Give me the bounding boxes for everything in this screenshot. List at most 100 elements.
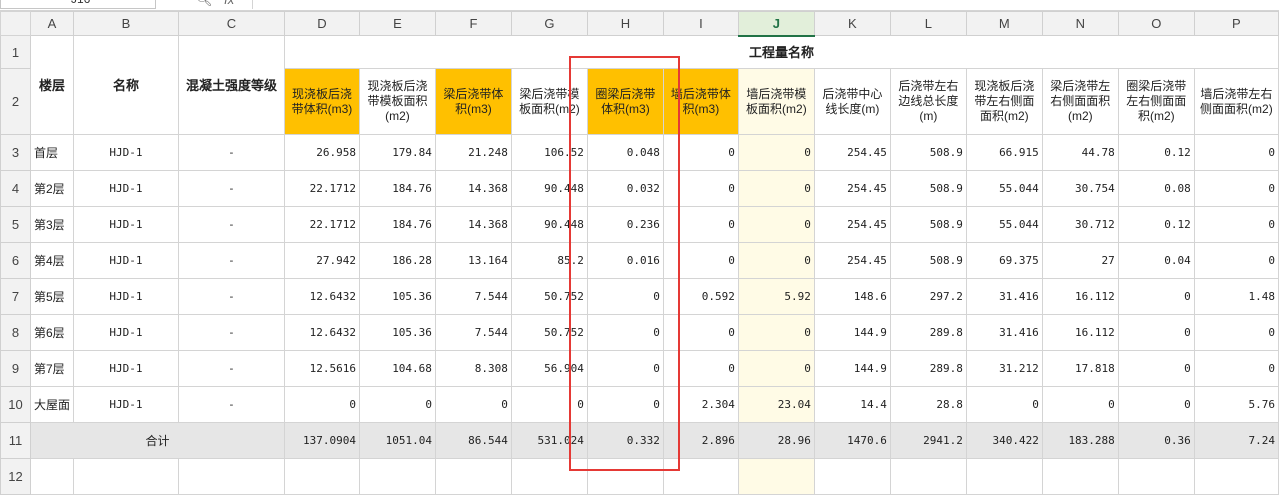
value-cell[interactable]: 0	[965, 386, 1043, 423]
value-cell[interactable]: 0	[1193, 170, 1279, 207]
value-cell[interactable]: 8.308	[434, 350, 512, 387]
header-floor[interactable]: 楼层	[29, 35, 75, 135]
value-cell[interactable]: 0	[662, 314, 739, 351]
value-cell[interactable]: 30.712	[1041, 206, 1119, 243]
value-cell[interactable]: 179.84	[358, 134, 436, 171]
row-header-1[interactable]: 1	[0, 35, 31, 69]
value-cell[interactable]: 254.45	[813, 206, 891, 243]
value-cell[interactable]: 31.416	[965, 278, 1043, 315]
total-value-cell[interactable]: 1051.04	[358, 422, 436, 459]
floor-cell[interactable]: 大屋面	[29, 386, 75, 423]
column-header-a[interactable]: A	[29, 11, 75, 36]
metric-header-12[interactable]: 圈梁后浇带左右侧面面积(m2)	[1117, 68, 1195, 135]
metric-header-8[interactable]: 后浇带中心线长度(m)	[813, 68, 891, 135]
name-cell[interactable]: HJD-1	[73, 314, 179, 351]
floor-cell[interactable]: 第6层	[29, 314, 75, 351]
value-cell[interactable]: 7.544	[434, 278, 512, 315]
total-value-cell[interactable]: 2941.2	[889, 422, 967, 459]
value-cell[interactable]: 106.52	[510, 134, 588, 171]
metric-header-6[interactable]: 墙后浇带体积(m3)	[662, 68, 739, 135]
value-cell[interactable]: 184.76	[358, 206, 436, 243]
column-header-i[interactable]: I	[662, 11, 739, 36]
column-header-c[interactable]: C	[177, 11, 285, 36]
header-name[interactable]: 名称	[73, 35, 179, 135]
column-header-d[interactable]: D	[283, 11, 360, 36]
value-cell[interactable]: 0	[586, 278, 664, 315]
value-cell[interactable]: 14.4	[813, 386, 891, 423]
value-cell[interactable]: 297.2	[889, 278, 967, 315]
value-cell[interactable]: 254.45	[813, 134, 891, 171]
value-cell[interactable]: 186.28	[358, 242, 436, 279]
value-cell[interactable]: 30.754	[1041, 170, 1119, 207]
total-value-cell[interactable]: 86.544	[434, 422, 512, 459]
metric-header-7[interactable]: 墙后浇带模板面积(m2)	[737, 68, 815, 135]
value-cell[interactable]: 0	[662, 242, 739, 279]
floor-cell[interactable]: 首层	[29, 134, 75, 171]
value-cell[interactable]: 31.212	[965, 350, 1043, 387]
row-header-2[interactable]: 2	[0, 68, 31, 135]
value-cell[interactable]: 0	[737, 350, 815, 387]
value-cell[interactable]: 0	[662, 350, 739, 387]
value-cell[interactable]: 1.48	[1193, 278, 1279, 315]
value-cell[interactable]: 508.9	[889, 242, 967, 279]
empty-cell[interactable]	[889, 458, 967, 495]
total-value-cell[interactable]: 340.422	[965, 422, 1043, 459]
column-header-k[interactable]: K	[813, 11, 891, 36]
row-header-9[interactable]: 9	[0, 350, 31, 387]
search-icon[interactable]: 🔍︎	[196, 0, 213, 7]
total-value-cell[interactable]: 0.332	[586, 422, 664, 459]
value-cell[interactable]: 254.45	[813, 242, 891, 279]
value-cell[interactable]: 0	[1117, 278, 1195, 315]
value-cell[interactable]: 0	[1117, 386, 1195, 423]
column-header-o[interactable]: O	[1117, 11, 1195, 36]
empty-cell[interactable]	[73, 458, 179, 495]
value-cell[interactable]: 289.8	[889, 314, 967, 351]
floor-cell[interactable]: 第5层	[29, 278, 75, 315]
grade-cell[interactable]: -	[177, 314, 285, 351]
column-header-e[interactable]: E	[358, 11, 436, 36]
column-header-l[interactable]: L	[889, 11, 967, 36]
value-cell[interactable]: 27	[1041, 242, 1119, 279]
metric-header-10[interactable]: 现浇板后浇带左右侧面面积(m2)	[965, 68, 1043, 135]
metric-header-5[interactable]: 圈梁后浇带体积(m3)	[586, 68, 664, 135]
grade-cell[interactable]: -	[177, 242, 285, 279]
total-value-cell[interactable]: 183.288	[1041, 422, 1119, 459]
row-header-5[interactable]: 5	[0, 206, 31, 243]
value-cell[interactable]: 0.016	[586, 242, 664, 279]
value-cell[interactable]: 50.752	[510, 278, 588, 315]
column-header-g[interactable]: G	[510, 11, 588, 36]
value-cell[interactable]: 26.958	[283, 134, 360, 171]
total-value-cell[interactable]: 28.96	[737, 422, 815, 459]
value-cell[interactable]: 0	[358, 386, 436, 423]
value-cell[interactable]: 90.448	[510, 206, 588, 243]
value-cell[interactable]: 0	[1117, 314, 1195, 351]
value-cell[interactable]: 0	[737, 242, 815, 279]
column-header-j[interactable]: J	[737, 11, 815, 37]
empty-cell[interactable]	[737, 458, 815, 495]
value-cell[interactable]: 144.9	[813, 350, 891, 387]
floor-cell[interactable]: 第2层	[29, 170, 75, 207]
value-cell[interactable]: 5.92	[737, 278, 815, 315]
row-header-3[interactable]: 3	[0, 134, 31, 171]
value-cell[interactable]: 0.592	[662, 278, 739, 315]
name-cell[interactable]: HJD-1	[73, 206, 179, 243]
value-cell[interactable]: 0.048	[586, 134, 664, 171]
value-cell[interactable]: 27.942	[283, 242, 360, 279]
value-cell[interactable]: 55.044	[965, 206, 1043, 243]
empty-cell[interactable]	[434, 458, 512, 495]
grade-cell[interactable]: -	[177, 386, 285, 423]
fx-label[interactable]: fx	[224, 0, 234, 7]
value-cell[interactable]: 0	[737, 206, 815, 243]
value-cell[interactable]: 0	[1193, 206, 1279, 243]
total-value-cell[interactable]: 2.896	[662, 422, 739, 459]
value-cell[interactable]: 14.368	[434, 170, 512, 207]
empty-cell[interactable]	[358, 458, 436, 495]
grade-cell[interactable]: -	[177, 278, 285, 315]
value-cell[interactable]: 17.818	[1041, 350, 1119, 387]
grade-cell[interactable]: -	[177, 350, 285, 387]
empty-cell[interactable]	[29, 458, 75, 495]
value-cell[interactable]: 5.76	[1193, 386, 1279, 423]
empty-cell[interactable]	[177, 458, 285, 495]
value-cell[interactable]: 66.915	[965, 134, 1043, 171]
value-cell[interactable]: 0	[434, 386, 512, 423]
